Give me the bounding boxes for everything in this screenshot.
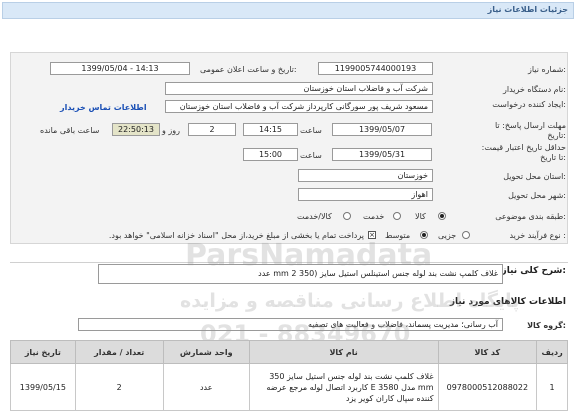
province-label: استان محل تحویل: (503, 172, 566, 181)
cell-name: غلاف کلمپ نشت بند لوله جنس استیل سایز 35… (248, 363, 439, 411)
payment-note: پرداخت تمام یا بخشی از مبلغ خرید،از محل … (108, 231, 364, 240)
deadline-date-field: 1399/05/07 (332, 123, 432, 136)
need-number-label: شماره نیاز: (527, 65, 566, 74)
creator-label: ایجاد کننده درخواست: (492, 100, 566, 109)
announce-label: تاریخ و ساعت اعلان عمومی: (200, 65, 297, 74)
process-minor-label: جزیی (438, 231, 457, 240)
need-number-field: 1199005744000193 (318, 62, 433, 75)
deadline-time-field: 14:15 (243, 123, 298, 136)
deadline-hour-label: ساعت (300, 126, 322, 135)
remaining-time-field: 22:50:13 (112, 123, 160, 136)
city-label: شهر محل تحویل: (508, 191, 566, 200)
validity-hour-label: ساعت (300, 151, 322, 160)
category-goods-radio[interactable] (438, 212, 446, 220)
goods-group-label: گروه کالا: (527, 321, 566, 330)
cell-date: 1399/05/15 (10, 363, 76, 411)
creator-field: مسعود شریف پور سورگانی کارپرداز شرکت آب … (165, 100, 433, 113)
days-field: 2 (188, 123, 236, 136)
goods-group-field: آب رسانی؛ مدیریت پسماند، فاضلاب و فعالیت… (78, 318, 503, 331)
col-row-header: ردیف (536, 340, 568, 364)
summary-label: شرح کلی نیاز: (501, 266, 566, 276)
process-medium-label: متوسط (385, 231, 411, 240)
cell-unit: عدد (162, 363, 250, 411)
remaining-label: ساعت باقی مانده (40, 126, 100, 135)
col-unit-header: واحد شمارش (162, 340, 250, 364)
col-qty-header: تعداد / مقدار (74, 340, 164, 364)
buyer-label: نام دستگاه خریدار: (502, 85, 566, 94)
buyer-field: شرکت آب و فاضلاب استان خوزستان (165, 82, 433, 95)
category-goods-service-radio[interactable] (343, 212, 351, 220)
category-goods-label: کالا (415, 212, 426, 221)
validity-label: حداقل تاریخ اعتبار قیمت: تا تاریخ: (481, 143, 566, 162)
city-field: اهواز (298, 188, 433, 201)
divider-1 (10, 262, 568, 263)
col-code-header: کد کالا (437, 340, 538, 364)
cell-code: 0978000512088022 (437, 363, 538, 411)
col-date-header: تاریخ نیاز (10, 340, 76, 364)
cell-qty: 2 (74, 363, 164, 411)
announce-field: 1399/05/04 - 14:13 (50, 62, 190, 75)
validity-date-field: 1399/05/31 (332, 148, 432, 161)
process-label: نوع فرآیند خرید : (509, 231, 566, 240)
category-goods-service-label: کالا/خدمت (297, 212, 332, 221)
category-label: طبقه بندی موضوعی: (495, 212, 566, 221)
deadline-label: مهلت ارسال پاسخ: تا تاریخ: (494, 121, 566, 140)
category-service-label: خدمت (363, 212, 385, 221)
summary-field: غلاف کلمپ نشت بند لوله جنس استینلس استیل… (98, 264, 503, 284)
validity-time-field: 15:00 (243, 148, 298, 161)
table-row[interactable]: 1399/05/15 2 عدد غلاف کلمپ نشت بند لوله … (10, 363, 568, 411)
province-field: خوزستان (298, 169, 433, 182)
col-name-header: نام کالا (248, 340, 439, 364)
category-service-radio[interactable] (393, 212, 401, 220)
treasury-payment-checkbox[interactable]: × (368, 231, 376, 239)
buyer-contact-link[interactable]: اطلاعات تماس خریدار (60, 103, 147, 112)
process-minor-radio[interactable] (462, 231, 470, 239)
table-header-row: تاریخ نیاز تعداد / مقدار واحد شمارش نام … (10, 340, 568, 364)
page-title: جزئیات اطلاعات نیاز (487, 5, 568, 14)
goods-section-title: اطلاعات کالاهای مورد نیاز (449, 297, 566, 307)
goods-table: تاریخ نیاز تعداد / مقدار واحد شمارش نام … (10, 340, 568, 411)
days-label: روز و (162, 126, 180, 135)
process-medium-radio[interactable] (420, 231, 428, 239)
cell-row: 1 (536, 363, 568, 411)
